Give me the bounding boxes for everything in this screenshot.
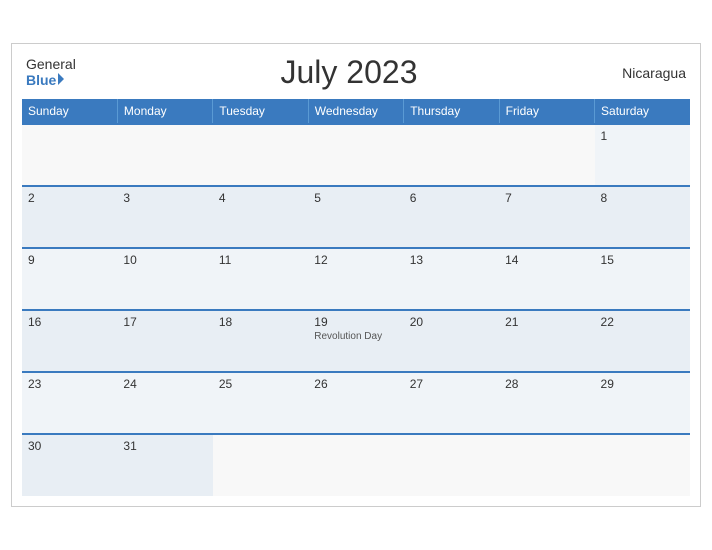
calendar-cell — [499, 434, 594, 496]
day-header-friday: Friday — [499, 99, 594, 124]
calendar-cell — [308, 434, 403, 496]
calendar-cell: 4 — [213, 186, 308, 248]
day-number: 1 — [601, 129, 684, 143]
calendar-cell: 25 — [213, 372, 308, 434]
logo: General Blue — [26, 57, 76, 88]
week-row-5: 23 24 25 26 27 28 29 — [22, 372, 690, 434]
day-number: 10 — [123, 253, 206, 267]
calendar-cell: 1 — [595, 124, 690, 186]
week-row-2: 2345678 — [22, 186, 690, 248]
calendar-cell: 22 — [595, 310, 690, 372]
calendar-cell: 5 — [308, 186, 403, 248]
calendar-cell — [213, 124, 308, 186]
day-header-monday: Monday — [117, 99, 212, 124]
calendar-cell: 7 — [499, 186, 594, 248]
day-number: 31 — [123, 439, 206, 453]
day-number: 6 — [410, 191, 493, 205]
day-header-saturday: Saturday — [595, 99, 690, 124]
event-label: Revolution Day — [314, 331, 397, 342]
calendar-cell: 17 — [117, 310, 212, 372]
day-number: 27 — [410, 377, 493, 391]
day-number: 11 — [219, 253, 302, 267]
calendar-cell — [499, 124, 594, 186]
day-number: 5 — [314, 191, 397, 205]
day-number: 29 — [601, 377, 684, 391]
day-number: 17 — [123, 315, 206, 329]
day-number: 21 — [505, 315, 588, 329]
day-number: 3 — [123, 191, 206, 205]
calendar-cell: 27 — [404, 372, 499, 434]
calendar-cell — [595, 434, 690, 496]
calendar-cell: 2 — [22, 186, 117, 248]
calendar-cell: 13 — [404, 248, 499, 310]
calendar-cell: 31 — [117, 434, 212, 496]
calendar-cell: 8 — [595, 186, 690, 248]
day-number: 22 — [601, 315, 684, 329]
day-header-sunday: Sunday — [22, 99, 117, 124]
week-row-6: 30 31 — [22, 434, 690, 496]
logo-triangle-icon — [58, 73, 64, 85]
calendar-cell: 21 — [499, 310, 594, 372]
calendar-cell — [22, 124, 117, 186]
calendar-container: General Blue July 2023 Nicaragua SundayM… — [11, 43, 701, 507]
calendar-cell: 10 — [117, 248, 212, 310]
calendar-cell: 23 — [22, 372, 117, 434]
calendar-cell: 29 — [595, 372, 690, 434]
calendar-cell: 12 — [308, 248, 403, 310]
day-number: 26 — [314, 377, 397, 391]
calendar-cell: 26 — [308, 372, 403, 434]
day-number: 2 — [28, 191, 111, 205]
day-number: 24 — [123, 377, 206, 391]
calendar-cell — [117, 124, 212, 186]
day-number: 8 — [601, 191, 684, 205]
calendar-cell: 20 — [404, 310, 499, 372]
day-number: 30 — [28, 439, 111, 453]
calendar-cell: 9 — [22, 248, 117, 310]
day-header-tuesday: Tuesday — [213, 99, 308, 124]
day-header-wednesday: Wednesday — [308, 99, 403, 124]
days-header-row: SundayMondayTuesdayWednesdayThursdayFrid… — [22, 99, 690, 124]
week-row-3: 9 10 11 12 13 14 15 — [22, 248, 690, 310]
calendar-cell — [213, 434, 308, 496]
day-number: 23 — [28, 377, 111, 391]
calendar-country: Nicaragua — [622, 65, 686, 81]
calendar-cell: 24 — [117, 372, 212, 434]
day-header-thursday: Thursday — [404, 99, 499, 124]
calendar-cell: 19 Revolution Day — [308, 310, 403, 372]
day-number: 19 — [314, 315, 397, 329]
day-number: 25 — [219, 377, 302, 391]
calendar-cell — [308, 124, 403, 186]
calendar-cell — [404, 434, 499, 496]
logo-blue-text: Blue — [26, 73, 64, 88]
day-number: 7 — [505, 191, 588, 205]
day-number: 14 — [505, 253, 588, 267]
calendar-cell: 18 — [213, 310, 308, 372]
calendar-title: July 2023 — [281, 54, 418, 91]
day-number: 20 — [410, 315, 493, 329]
day-number: 13 — [410, 253, 493, 267]
day-number: 18 — [219, 315, 302, 329]
week-row-4: 16 17 18 19 Revolution Day 20 21 22 — [22, 310, 690, 372]
calendar-cell: 14 — [499, 248, 594, 310]
calendar-cell: 3 — [117, 186, 212, 248]
calendar-cell: 28 — [499, 372, 594, 434]
calendar-cell: 30 — [22, 434, 117, 496]
calendar-cell: 15 — [595, 248, 690, 310]
day-number: 4 — [219, 191, 302, 205]
calendar-cell: 16 — [22, 310, 117, 372]
day-number: 15 — [601, 253, 684, 267]
calendar-header: General Blue July 2023 Nicaragua — [22, 54, 690, 91]
calendar-cell: 6 — [404, 186, 499, 248]
day-number: 9 — [28, 253, 111, 267]
day-number: 16 — [28, 315, 111, 329]
calendar-cell — [404, 124, 499, 186]
week-row-1: 1 — [22, 124, 690, 186]
calendar-cell: 11 — [213, 248, 308, 310]
day-number: 28 — [505, 377, 588, 391]
logo-general-text: General — [26, 57, 76, 72]
day-number: 12 — [314, 253, 397, 267]
calendar-grid: SundayMondayTuesdayWednesdayThursdayFrid… — [22, 99, 690, 496]
